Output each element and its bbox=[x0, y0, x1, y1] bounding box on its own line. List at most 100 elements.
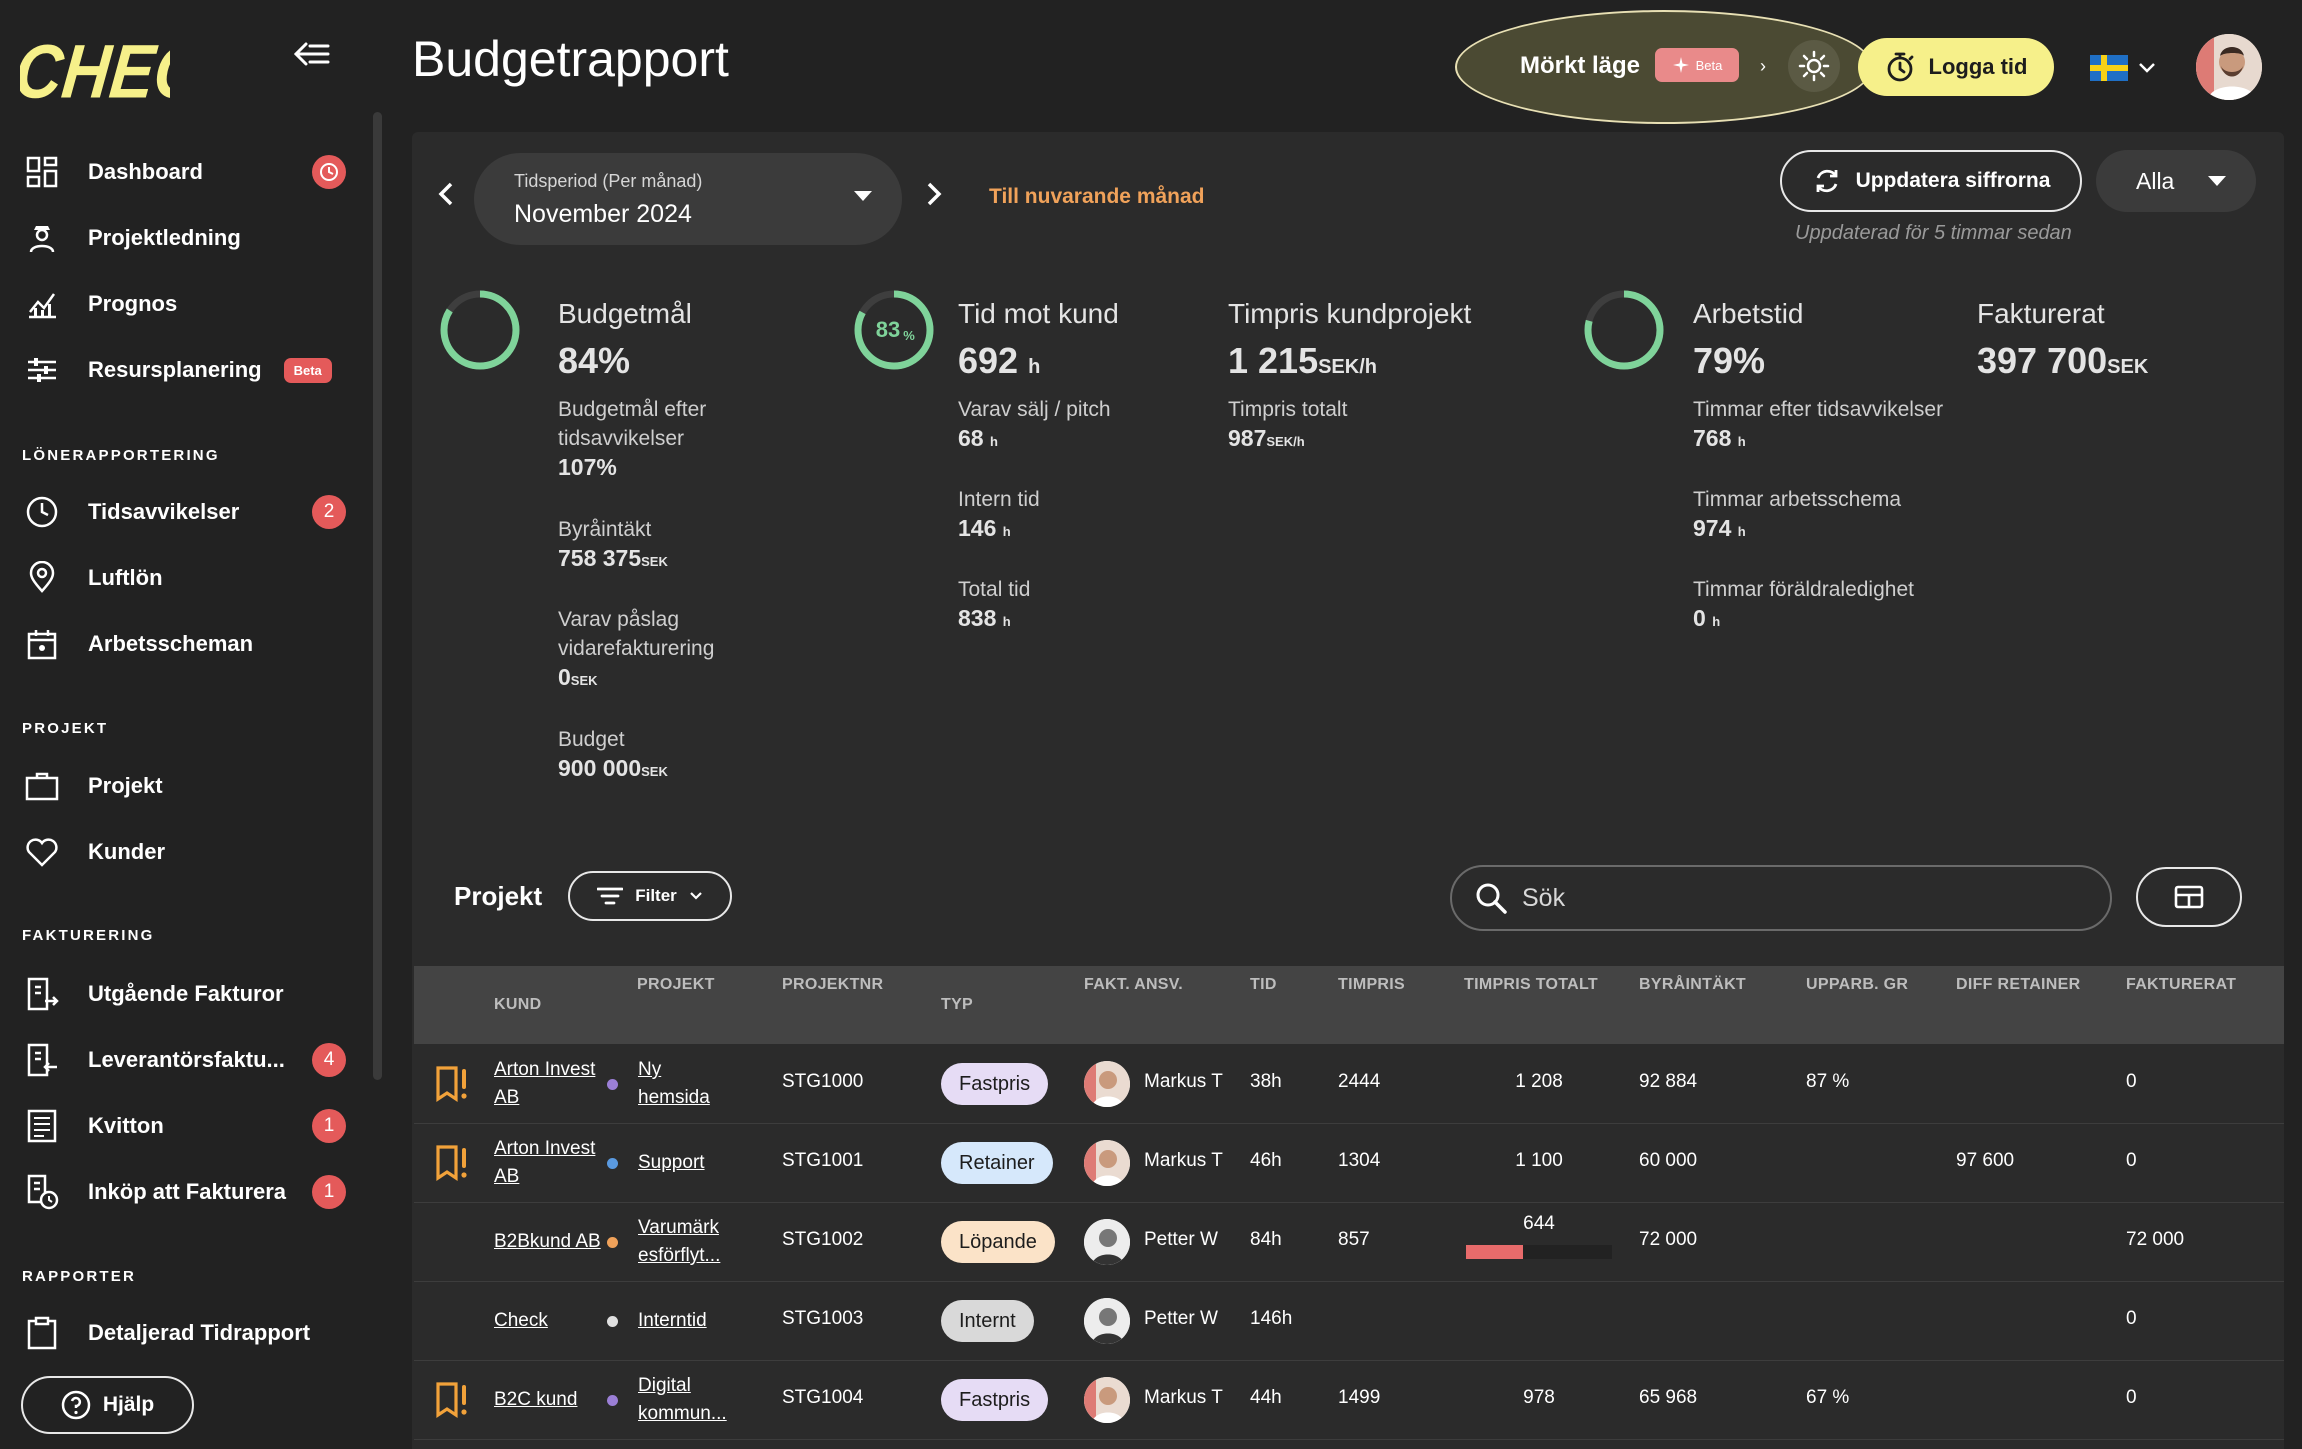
sidebar-item-luftlon[interactable]: Luftlön bbox=[22, 550, 352, 606]
current-month-link[interactable]: Till nuvarande månad bbox=[989, 185, 1205, 209]
sidebar: CHECK Dashboard Projektledning Prognos R… bbox=[0, 0, 392, 1449]
cell-projekt[interactable]: Support bbox=[638, 1149, 705, 1177]
cell-kund[interactable]: Check bbox=[494, 1307, 548, 1335]
sidebar-item-label: Tidsavvikelser bbox=[88, 499, 240, 524]
invoiced-value-block: 397 700SEK bbox=[1977, 340, 2148, 382]
cell-line: AB bbox=[494, 1166, 520, 1187]
collapse-sidebar-button[interactable] bbox=[290, 36, 334, 72]
chevron-right-icon bbox=[927, 182, 942, 206]
parental-unit: h bbox=[1712, 614, 1721, 629]
person-avatar-image bbox=[1084, 1298, 1130, 1344]
cell-kund[interactable]: Arton Invest AB bbox=[494, 1056, 595, 1112]
column-header-timpris[interactable]: TIMPRIS bbox=[1338, 976, 1405, 994]
search-input[interactable] bbox=[1522, 883, 2082, 913]
sidebar-item-projektledning[interactable]: Projektledning bbox=[22, 210, 352, 266]
sidebar-item-label: Luftlön bbox=[88, 565, 163, 590]
cell-projekt[interactable]: Varumärk esförflyt... bbox=[638, 1214, 720, 1270]
column-header-projekt[interactable]: PROJEKT bbox=[637, 976, 715, 994]
table-grid-icon bbox=[2174, 885, 2204, 909]
sidebar-item-kvitton[interactable]: Kvitton 1 bbox=[22, 1098, 352, 1154]
help-button[interactable]: Hjälp bbox=[21, 1376, 194, 1434]
project-color-dot bbox=[607, 1237, 618, 1248]
table-row[interactable]: B2C kund Digital kommun... STG1004 Fastpr… bbox=[414, 1361, 2284, 1440]
warning-bookmark-icon bbox=[436, 1382, 467, 1418]
internal-unit: h bbox=[1002, 524, 1011, 539]
sidebar-item-inkop-att-fakturera[interactable]: Inköp att Fakturera 1 bbox=[22, 1164, 352, 1220]
table-row[interactable]: B2Bkund AB Varumärk esförflyt... STG1002 … bbox=[414, 1203, 2284, 1282]
cell-fakturerat: 0 bbox=[2126, 1387, 2137, 1408]
cell-line: AB bbox=[494, 1087, 520, 1108]
sidebar-item-arbetsscheman[interactable]: Arbetsscheman bbox=[22, 616, 352, 672]
clipboard-icon bbox=[22, 1313, 62, 1353]
column-header-diff-retainer[interactable]: DIFF RETAINER bbox=[1956, 976, 2081, 994]
warning-bookmark-icon bbox=[436, 1145, 467, 1181]
language-select[interactable] bbox=[2090, 52, 2160, 84]
sidebar-item-label: Leverantörsfaktu... bbox=[88, 1047, 285, 1072]
cell-tid: 44h bbox=[1250, 1387, 1282, 1408]
sidebar-item-detaljerad-tidrapport[interactable]: Detaljerad Tidrapport bbox=[22, 1305, 352, 1361]
dark-mode-label[interactable]: Mörkt läge bbox=[1520, 52, 1640, 80]
caret-down-icon bbox=[854, 191, 872, 201]
table-row[interactable]: Arton Invest AB Support STG1001 Retainer … bbox=[414, 1124, 2284, 1203]
beta-label: Beta bbox=[1695, 57, 1723, 73]
sidebar-item-resursplanering[interactable]: Resursplanering Beta bbox=[22, 342, 352, 398]
user-avatar[interactable] bbox=[2196, 34, 2262, 100]
cell-fakt-ansv: Markus T bbox=[1144, 1387, 1223, 1408]
check-logo[interactable]: CHECK bbox=[20, 24, 170, 104]
theme-toggle-button[interactable] bbox=[1788, 40, 1840, 92]
sidebar-item-label: Arbetsscheman bbox=[88, 631, 254, 656]
cell-kund[interactable]: B2Bkund AB bbox=[494, 1228, 601, 1256]
column-header-tid[interactable]: TID bbox=[1250, 976, 1277, 994]
cell-projekt[interactable]: Digital kommun... bbox=[638, 1372, 727, 1428]
markup-label: Varav påslag vidarefakturering bbox=[558, 608, 715, 660]
prev-period-button[interactable] bbox=[436, 180, 456, 216]
total-time-label: Total tid bbox=[958, 578, 1031, 601]
sidebar-item-tidsavvikelser[interactable]: Tidsavvikelser 2 bbox=[22, 484, 352, 540]
sidebar-item-kunder[interactable]: Kunder bbox=[22, 824, 352, 880]
chart-icon bbox=[22, 284, 62, 324]
cell-projekt[interactable]: Interntid bbox=[638, 1307, 707, 1335]
sidebar-item-dashboard[interactable]: Dashboard bbox=[22, 144, 352, 200]
cell-line: Support bbox=[638, 1152, 705, 1173]
section-lonerapportering: LÖNERAPPORTERING bbox=[22, 447, 220, 464]
column-header-typ[interactable]: TYP bbox=[941, 996, 973, 1014]
type-badge: Fastpris bbox=[941, 1063, 1049, 1105]
heart-icon bbox=[22, 832, 62, 872]
cell-fakturerat: 0 bbox=[2126, 1308, 2137, 1329]
client-time-ring-unit: % bbox=[903, 328, 915, 343]
next-period-button[interactable] bbox=[924, 180, 944, 216]
column-header-kund[interactable]: KUND bbox=[494, 996, 541, 1014]
column-header-fakt-ansv[interactable]: FAKT. ANSV. bbox=[1084, 976, 1183, 994]
sidebar-item-leverantorsfakturor[interactable]: Leverantörsfaktu... 4 bbox=[22, 1032, 352, 1088]
sidebar-item-label: Kvitton bbox=[88, 1113, 164, 1138]
responsible-avatar bbox=[1084, 1140, 1130, 1186]
budget-total-label: Budget bbox=[558, 728, 625, 751]
table-view-button[interactable] bbox=[2136, 867, 2242, 927]
period-select[interactable]: Tidsperiod (Per månad) November 2024 bbox=[474, 153, 902, 245]
cell-projekt[interactable]: Ny hemsida bbox=[638, 1056, 710, 1112]
sidebar-scrollbar[interactable] bbox=[373, 112, 382, 1080]
column-header-byraintakt[interactable]: BYRÅINTÄKT bbox=[1639, 976, 1746, 994]
sidebar-item-projekt[interactable]: Projekt bbox=[22, 758, 352, 814]
cell-fakt-ansv: Markus T bbox=[1144, 1150, 1223, 1171]
budget-value: 84% bbox=[558, 340, 631, 381]
column-header-timpris-totalt[interactable]: TIMPRIS TOTALT bbox=[1464, 976, 1598, 994]
column-header-fakturerat[interactable]: FAKTURERAT bbox=[2126, 976, 2236, 994]
cell-fakt-ansv: Petter W bbox=[1144, 1308, 1218, 1329]
cell-kund[interactable]: Arton Invest AB bbox=[494, 1135, 595, 1191]
filter-button[interactable]: Filter bbox=[568, 871, 732, 921]
column-header-upparb-gr[interactable]: UPPARB. GR bbox=[1806, 976, 1908, 994]
budget-ring-chart bbox=[440, 290, 520, 370]
sidebar-item-prognos[interactable]: Prognos bbox=[22, 276, 352, 332]
column-header-projektnr[interactable]: PROJEKTNR bbox=[782, 976, 883, 994]
scope-select[interactable]: Alla bbox=[2096, 150, 2256, 212]
sidebar-item-utgaende-fakturor[interactable]: Utgående Fakturor bbox=[22, 966, 352, 1022]
hourly-value-block: 1 215SEK/h bbox=[1228, 340, 1377, 382]
update-figures-button[interactable]: Uppdatera siffrorna bbox=[1780, 150, 2082, 212]
table-row[interactable]: Arton Invest AB Ny hemsida STG1000 Fastpri… bbox=[414, 1045, 2284, 1124]
log-time-button[interactable]: Logga tid bbox=[1858, 38, 2054, 96]
cell-timpris-totalt: 978 bbox=[1523, 1387, 1555, 1408]
updated-timestamp: Uppdaterad för 5 timmar sedan bbox=[1795, 222, 2072, 244]
cell-kund[interactable]: B2C kund bbox=[494, 1386, 577, 1414]
table-row[interactable]: Check Interntid STG1003 Internt Petter W… bbox=[414, 1282, 2284, 1361]
